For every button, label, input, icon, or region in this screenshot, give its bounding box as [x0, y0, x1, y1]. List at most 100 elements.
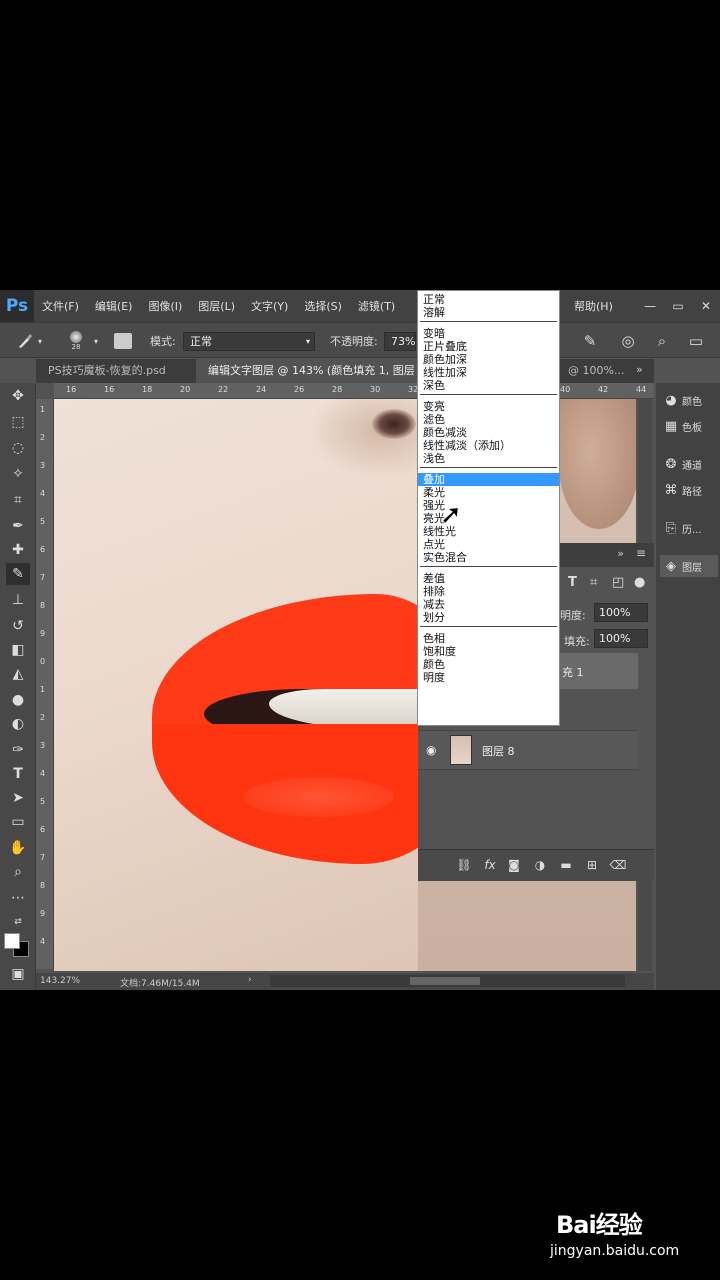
adjustment-icon[interactable]: ◑	[530, 858, 550, 872]
panel-label: 通道	[682, 460, 702, 472]
fx-icon[interactable]: fx	[480, 858, 500, 872]
quick-select-tool-icon[interactable]: ✧	[6, 463, 30, 485]
panel-history[interactable]: ⎘ 历...	[660, 517, 718, 539]
brush-panel-icon[interactable]	[114, 323, 132, 359]
eraser-tool-icon[interactable]: ◧	[6, 639, 30, 661]
menu-file[interactable]: 文件(F)	[34, 298, 87, 314]
brush-tool-icon[interactable]: ✎	[6, 563, 30, 585]
zoom-tool-icon[interactable]: ⌕	[6, 861, 30, 883]
panel-collapse-icon[interactable]: »	[617, 547, 624, 560]
menu-filter[interactable]: 滤镜(T)	[350, 298, 403, 314]
menu-layer[interactable]: 图层(L)	[190, 298, 243, 314]
scroll-thumb[interactable]	[410, 977, 480, 985]
blend-mode-option[interactable]: 深色	[418, 379, 559, 392]
link-icon[interactable]: ⛓	[454, 858, 474, 872]
paint-bucket-tool-icon[interactable]: ◭	[6, 663, 30, 685]
path-select-tool-icon[interactable]: ➤	[6, 787, 30, 809]
crop-tool-icon[interactable]: ⌗	[6, 489, 30, 511]
eyedropper-tool-icon[interactable]: ✒	[6, 515, 30, 537]
blend-mode-option[interactable]: 叠加	[418, 473, 559, 486]
panel-paths[interactable]: ⌘ 路径	[660, 479, 718, 501]
panel-color[interactable]: ◕ 颜色	[660, 389, 718, 411]
shape-tool-icon[interactable]: ▭	[6, 811, 30, 833]
lasso-tool-icon[interactable]: ◌	[6, 437, 30, 459]
blend-mode-option[interactable]: 滤色	[418, 413, 559, 426]
marquee-tool-icon[interactable]: ⬚	[6, 411, 30, 433]
blend-mode-option[interactable]: 柔光	[418, 486, 559, 499]
layer-fill-field[interactable]: 100%	[594, 629, 648, 648]
blend-mode-option[interactable]: 点光	[418, 538, 559, 551]
pen-tool-icon[interactable]: ✑	[6, 739, 30, 761]
blend-mode-option[interactable]: 色相	[418, 632, 559, 645]
minimize-button[interactable]: —	[636, 299, 664, 313]
chevron-down-icon[interactable]: ▾	[94, 323, 98, 359]
stamp-tool-icon[interactable]: ⊥	[6, 589, 30, 611]
search-icon[interactable]: ⌕	[652, 331, 672, 351]
blend-mode-option[interactable]: 差值	[418, 572, 559, 585]
blend-mode-option[interactable]: 变暗	[418, 327, 559, 340]
blend-mode-option[interactable]: 颜色	[418, 658, 559, 671]
menu-help[interactable]: 帮助(H)	[574, 298, 613, 314]
history-brush-tool-icon[interactable]: ↺	[6, 615, 30, 637]
hand-tool-icon[interactable]: ✋	[6, 837, 30, 859]
more-tools-icon[interactable]: ⋯	[6, 887, 30, 909]
menu-select[interactable]: 选择(S)	[296, 298, 350, 314]
eye-icon[interactable]: ◉	[426, 743, 436, 757]
tab-psd-file[interactable]: PS技巧魔板-恢复的.psd	[36, 359, 196, 383]
menu-edit[interactable]: 编辑(E)	[87, 298, 141, 314]
swap-colors-icon[interactable]: ⇄	[6, 911, 30, 933]
panel-layers[interactable]: ◈ 图层	[660, 555, 718, 577]
blend-mode-option[interactable]: 划分	[418, 611, 559, 624]
mode-select[interactable]: 正常 ▾	[183, 332, 315, 351]
foreground-color-swatch[interactable]	[4, 933, 20, 949]
new-layer-icon[interactable]: ⊞	[582, 858, 602, 872]
dodge-tool-icon[interactable]: ◐	[6, 713, 30, 735]
blend-mode-option[interactable]: 线性减淡（添加）	[418, 439, 559, 452]
tab-other-document[interactable]: @ 100%...	[556, 359, 636, 383]
menu-type[interactable]: 文字(Y)	[243, 298, 296, 314]
screen-mode-icon[interactable]: ▣	[6, 963, 30, 985]
panel-swatches[interactable]: ▦ 色板	[660, 415, 718, 437]
layer-row-layer-8[interactable]: ◉ 图层 8	[418, 730, 638, 770]
move-tool-icon[interactable]: ✥	[6, 385, 30, 407]
blend-mode-option[interactable]: 溶解	[418, 306, 559, 319]
tabs-overflow-icon[interactable]: »	[636, 363, 643, 376]
brush-size-picker[interactable]: 28	[70, 323, 82, 359]
brush-tool-icon[interactable]: ▾	[16, 323, 42, 359]
mask-icon[interactable]: ◙	[504, 858, 524, 872]
shape-filter-icon[interactable]: ⌗	[590, 575, 597, 590]
blend-mode-option[interactable]: 颜色加深	[418, 353, 559, 366]
panel-channels[interactable]: ❂ 通道	[660, 453, 718, 475]
horizontal-scrollbar[interactable]	[270, 975, 625, 987]
menu-image[interactable]: 图像(I)	[140, 298, 190, 314]
blur-tool-icon[interactable]: ●	[6, 689, 30, 711]
workspace-icon[interactable]: ▭	[686, 331, 706, 351]
blend-mode-option[interactable]: 线性加深	[418, 366, 559, 379]
pressure-opacity-icon[interactable]: ✎	[580, 331, 600, 351]
blend-mode-option[interactable]: 明度	[418, 671, 559, 684]
blend-mode-option[interactable]: 饱和度	[418, 645, 559, 658]
blend-mode-option[interactable]: 排除	[418, 585, 559, 598]
type-tool-icon[interactable]: T	[6, 763, 30, 785]
healing-tool-icon[interactable]: ✚	[6, 539, 30, 561]
maximize-button[interactable]: ▭	[664, 299, 692, 313]
blend-mode-option[interactable]: 浅色	[418, 452, 559, 465]
blend-mode-option[interactable]: 颜色减淡	[418, 426, 559, 439]
blend-mode-option[interactable]: 正常	[418, 293, 559, 306]
blend-mode-option[interactable]: 正片叠底	[418, 340, 559, 353]
blend-mode-option[interactable]: 变亮	[418, 400, 559, 413]
type-filter-icon[interactable]: T	[568, 575, 577, 590]
zoom-level[interactable]: 143.27%	[40, 976, 80, 986]
opacity-field[interactable]: 73%	[384, 332, 416, 351]
pressure-size-icon[interactable]: ◎	[618, 331, 638, 351]
filter-toggle-icon[interactable]: ●	[634, 575, 645, 590]
close-button[interactable]: ✕	[692, 299, 720, 313]
blend-mode-option[interactable]: 减去	[418, 598, 559, 611]
blend-mode-option[interactable]: 实色混合	[418, 551, 559, 564]
folder-icon[interactable]: ▬	[556, 858, 576, 872]
chevron-right-icon[interactable]: ›	[248, 975, 252, 985]
smart-object-filter-icon[interactable]: ◰	[612, 575, 624, 590]
trash-icon[interactable]: ⌫	[608, 858, 628, 872]
panel-menu-icon[interactable]: ≡	[636, 546, 646, 560]
layer-opacity-field[interactable]: 100%	[594, 603, 648, 622]
